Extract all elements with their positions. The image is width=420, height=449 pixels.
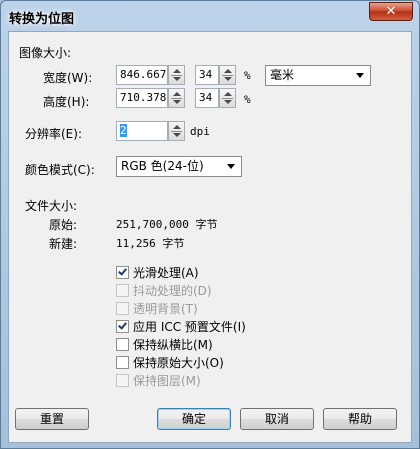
color-mode-value: RGB 色(24-位)	[121, 159, 204, 173]
option-transparent-background: 透明背景(T)	[116, 300, 198, 317]
checkmark-icon	[118, 320, 127, 330]
resolution-input[interactable]: 2	[116, 121, 168, 141]
height-percent-unit: %	[244, 93, 251, 106]
width-percent-input[interactable]: 34	[195, 65, 219, 85]
option-label: 透明背景(T)	[133, 302, 198, 316]
checkbox[interactable]	[116, 320, 129, 333]
option-label: 光滑处理(A)	[133, 266, 199, 280]
dialog-title: 转换为位图	[9, 12, 75, 27]
spin-up-icon	[224, 92, 232, 96]
spin-up-icon	[173, 92, 181, 96]
close-icon: ✕	[385, 4, 397, 19]
height-percent-input[interactable]: 34	[195, 88, 219, 108]
checkmark-icon	[118, 266, 127, 276]
original-size-label: 原始:	[49, 218, 78, 232]
spin-up-icon	[173, 69, 181, 73]
close-button[interactable]: ✕	[369, 2, 413, 21]
reset-button[interactable]: 重置	[15, 408, 89, 430]
option-label: 保持图层(M)	[133, 374, 201, 388]
option-maintain-original-size[interactable]: 保持原始大小(O)	[116, 354, 224, 371]
option-dithered: 抖动处理的(D)	[116, 282, 212, 299]
width-label: 宽度(W):	[43, 71, 93, 85]
spin-down-icon	[224, 100, 232, 104]
spin-up-icon	[173, 125, 181, 129]
height-input[interactable]: 710.378	[116, 88, 168, 108]
width-percent-spinner[interactable]	[219, 65, 236, 85]
color-mode-select[interactable]: RGB 色(24-位)	[116, 156, 242, 177]
help-button[interactable]: 帮助	[323, 408, 397, 430]
color-mode-label: 颜色模式(C):	[25, 163, 95, 177]
option-label: 应用 ICC 预置文件(I)	[133, 320, 246, 334]
checkbox	[116, 284, 129, 297]
convert-to-bitmap-dialog: 转换为位图 ✕ 图像大小: 宽度(W): 846.667 34 % 毫米 高度(…	[0, 0, 420, 449]
option-anti-aliasing[interactable]: 光滑处理(A)	[116, 264, 199, 281]
height-spinner[interactable]	[168, 88, 185, 108]
resolution-spinner[interactable]	[168, 121, 185, 141]
original-size-value: 251,700,000 字节	[116, 218, 218, 231]
option-maintain-aspect-ratio[interactable]: 保持纵横比(M)	[116, 336, 213, 353]
ok-button[interactable]: 确定	[157, 408, 231, 430]
height-percent-spinner[interactable]	[219, 88, 236, 108]
width-input[interactable]: 846.667	[116, 65, 168, 85]
dialog-body: 图像大小: 宽度(W): 846.667 34 % 毫米 高度(H): 710.…	[8, 31, 412, 443]
resolution-label: 分辨率(E):	[25, 127, 82, 141]
chevron-down-icon	[356, 73, 364, 78]
option-apply-icc-profile[interactable]: 应用 ICC 预置文件(I)	[116, 318, 246, 335]
checkbox[interactable]	[116, 356, 129, 369]
checkbox	[116, 374, 129, 387]
unit-select-value: 毫米	[270, 68, 295, 82]
spin-down-icon	[224, 77, 232, 81]
checkbox[interactable]	[116, 338, 129, 351]
option-label: 保持纵横比(M)	[133, 338, 213, 352]
image-size-group-label: 图像大小:	[19, 46, 72, 60]
resolution-unit: dpi	[190, 125, 210, 138]
new-size-value: 11,256 字节	[116, 237, 185, 250]
checkbox[interactable]	[116, 266, 129, 279]
checkbox	[116, 302, 129, 315]
title-bar[interactable]: 转换为位图 ✕	[1, 1, 419, 31]
resolution-value: 2	[120, 124, 127, 137]
chevron-down-icon	[227, 164, 235, 169]
spin-up-icon	[224, 69, 232, 73]
unit-select[interactable]: 毫米	[265, 65, 371, 86]
cancel-button[interactable]: 取消	[240, 408, 314, 430]
file-size-group-label: 文件大小:	[25, 199, 78, 213]
spin-down-icon	[173, 100, 181, 104]
spin-down-icon	[173, 77, 181, 81]
spin-down-icon	[173, 133, 181, 137]
option-maintain-layers: 保持图层(M)	[116, 372, 201, 389]
height-label: 高度(H):	[43, 95, 90, 109]
width-spinner[interactable]	[168, 65, 185, 85]
option-label: 保持原始大小(O)	[133, 356, 224, 370]
option-label: 抖动处理的(D)	[133, 284, 212, 298]
width-percent-unit: %	[244, 69, 251, 82]
new-size-label: 新建:	[49, 237, 78, 251]
